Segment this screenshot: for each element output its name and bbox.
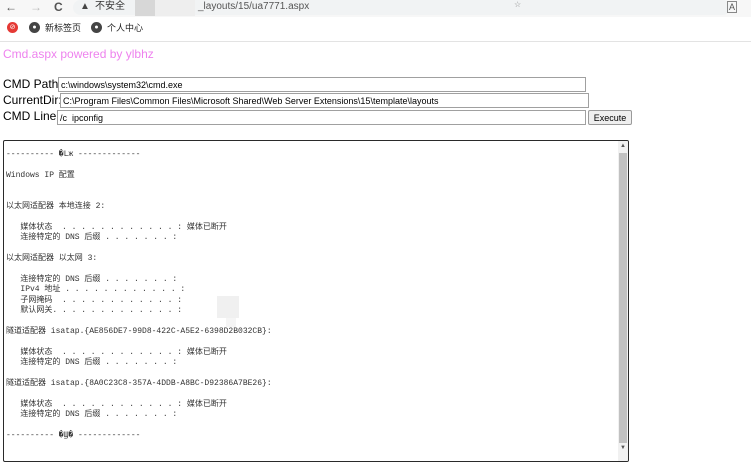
bookmark-new-tab[interactable]: 新标签页 [45, 22, 81, 34]
bookmarks-bar: ⊘ ● 新标签页 ● 个人中心 [0, 17, 751, 42]
cmd-line-label: CMD Line: [3, 109, 60, 123]
block-icon[interactable]: ⊘ [7, 22, 18, 33]
url-text[interactable]: _layouts/15/ua7771.aspx [198, 0, 309, 13]
translate-icon[interactable]: A [727, 1, 738, 13]
current-dir-label: CurrentDir: [3, 93, 62, 107]
warning-icon[interactable]: ▲ [80, 1, 90, 13]
bookmark-personal-center[interactable]: 个人中心 [107, 22, 143, 34]
output-textarea[interactable]: ---------- �Lж ------------- Windows IP … [3, 140, 629, 462]
scrollbar[interactable]: ▲ ▼ [618, 141, 628, 461]
redacted-block [217, 296, 239, 318]
output-text: ---------- �Lж ------------- Windows IP … [6, 150, 272, 440]
redacted-block [226, 318, 236, 327]
scroll-up-icon[interactable]: ▲ [620, 143, 626, 149]
scroll-down-icon[interactable]: ▼ [620, 445, 626, 451]
scrollbar-thumb[interactable] [619, 153, 627, 443]
globe-icon[interactable]: ● [91, 22, 102, 33]
page-title: Cmd.aspx powered by ylbhz [3, 47, 154, 61]
cmd-path-label: CMD Path: [3, 77, 62, 91]
security-label[interactable]: 不安全 [95, 0, 125, 13]
redacted-block [155, 0, 195, 16]
cmd-line-input[interactable] [57, 110, 586, 125]
back-icon[interactable]: ← [5, 0, 17, 14]
cmd-path-input[interactable] [58, 77, 586, 92]
reload-icon[interactable]: C [54, 0, 63, 14]
browser-toolbar: ← → C ▲ 不安全 _layouts/15/ua7771.aspx ☆ A [0, 0, 751, 17]
globe-icon[interactable]: ● [29, 22, 40, 33]
execute-button[interactable]: Execute [588, 110, 632, 125]
redacted-block [135, 0, 155, 16]
forward-icon[interactable]: → [30, 0, 42, 14]
current-dir-input[interactable] [60, 93, 589, 108]
star-icon[interactable]: ☆ [514, 0, 521, 9]
